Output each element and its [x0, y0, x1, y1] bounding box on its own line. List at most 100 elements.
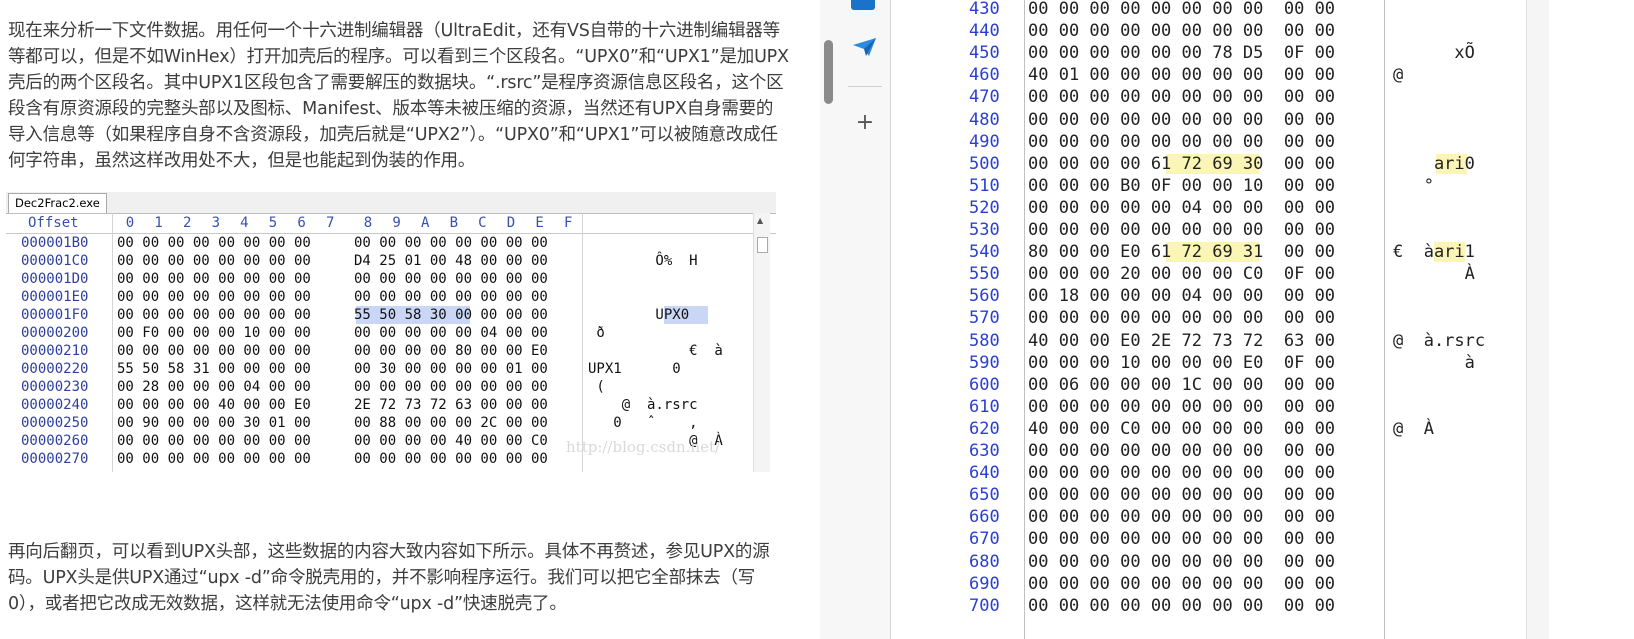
- row-offset: 00000220: [21, 361, 89, 377]
- hex-row: 550 00 00 00 20 00 00 00 C0 0F 00 À: [891, 263, 1531, 285]
- hex-bytes: 00 00 00 00 00 00 00 00 00 00: [1028, 463, 1336, 484]
- winhex-column-header: Offset 0 1 2 3 4 5 6 7 8 9 A B C D E F: [6, 213, 776, 234]
- row-offset: 670: [969, 529, 1000, 550]
- hex-bytes: 00 00 00 00 00 00 00 00: [117, 433, 311, 449]
- column-header: 0: [125, 215, 135, 231]
- ascii-text: à: [1393, 352, 1475, 373]
- row-offset: 00000260: [21, 433, 89, 449]
- hex-bytes: 00 00 00 00 40 00 00 E0: [117, 397, 311, 413]
- scroll-thumb[interactable]: [757, 237, 768, 253]
- article-paragraph-2: 再向后翻页，可以看到UPX头部，这些数据的内容大致内容如下所示。具体不再赘述，参…: [8, 539, 778, 617]
- send-icon[interactable]: [852, 36, 878, 58]
- text-line: 现在来分析一下文件数据。用任何一个十六进制编辑器（UltraEdit，还有VS自…: [8, 21, 780, 41]
- hex-bytes: 00 00 00 00 00 00 00 00 00 00: [1028, 396, 1336, 417]
- hex-scroll-gutter[interactable]: [1526, 0, 1549, 639]
- row-offset: 580: [969, 330, 1000, 351]
- row-offset: 640: [969, 463, 1000, 484]
- column-header: D: [506, 215, 516, 231]
- add-icon[interactable]: +: [854, 112, 876, 134]
- hex-bytes: 00 00 00 10 00 00 00 E0 0F 00: [1028, 352, 1336, 373]
- hex-row: 510 00 00 00 B0 0F 00 00 10 00 00 °: [891, 175, 1531, 197]
- hex-bytes: 40 00 00 E0 2E 72 73 72 63 00: [1028, 330, 1336, 351]
- winhex-file-tab[interactable]: Dec2Frac2.exe: [8, 193, 107, 213]
- column-header: 9: [392, 215, 401, 231]
- row-offset: 570: [969, 308, 1000, 329]
- hex-bytes: 00 00 00 B0 0F 00 00 10 00 00: [1028, 175, 1336, 196]
- row-offset: 460: [969, 65, 1000, 86]
- row-offset: 490: [969, 131, 1000, 152]
- row-offset: 00000200: [21, 325, 89, 341]
- winhex-screenshot: Dec2Frac2.exe Offset 0 1 2 3 4 5 6 7 8 9 A B C D E F 00…: [6, 192, 776, 472]
- hex-row: 650 00 00 00 00 00 00 00 00 00 00: [891, 484, 1531, 506]
- hex-bytes: 00 00 00 00 00 00 00 00: [117, 253, 311, 269]
- hex-row: 460 40 01 00 00 00 00 00 00 00 00 @: [891, 64, 1531, 86]
- column-header: 4: [240, 215, 249, 231]
- offset-header: Offset: [28, 215, 79, 231]
- column-header: B: [449, 215, 459, 231]
- article-paragraph-1: 现在来分析一下文件数据。用任何一个十六进制编辑器（UltraEdit，还有VS自…: [8, 18, 789, 174]
- hex-bytes: 00 00 00 00 00 00 00 00: [354, 271, 548, 287]
- text-line: 壳后的两个区段名。其中UPX1区段包含了需要解压的数据块。“.rsrc”是程序资…: [8, 73, 784, 93]
- row-offset: 700: [969, 595, 1000, 616]
- column-header: 8: [363, 215, 373, 231]
- hex-bytes: 00 00 00 00 00 00 00 00 00 00: [1028, 529, 1336, 550]
- app-icon[interactable]: [851, 0, 875, 10]
- hex-bytes: 40 01 00 00 00 00 00 00 00 00: [1028, 65, 1336, 86]
- hex-bytes: 00 00 00 00 00 00 00 00 00 00: [1028, 507, 1336, 528]
- winhex-scrollbar[interactable]: ▲: [753, 213, 770, 472]
- column-header: C: [478, 215, 487, 231]
- row-offset: 550: [969, 264, 1000, 285]
- row-offset: 500: [969, 153, 1000, 174]
- hex-bytes: 00 00 00 00 40 00 00 C0: [354, 433, 548, 449]
- column-header: 7: [325, 215, 335, 231]
- winhex-row: 00000210 00 00 00 00 00 00 00 00 00 00 00 …: [6, 342, 766, 360]
- hex-bytes: 00 00 00 00 00 00 00 00: [354, 379, 548, 395]
- hex-bytes: 00 28 00 00 00 04 00 00: [117, 379, 311, 395]
- hex-row: 600 00 06 00 00 00 1C 00 00 00 00: [891, 374, 1531, 396]
- hex-row: 620 40 00 00 C0 00 00 00 00 00 00 @ À: [891, 418, 1531, 440]
- hex-bytes: 00 00 00 00 00 00 78 D5 0F 00: [1028, 43, 1336, 64]
- hex-bytes: 00 00 00 00 00 00 00 00: [117, 307, 311, 323]
- text-line: 何字符串，虽然这样改用处不大，但是也能起到伪装的作用。: [8, 151, 476, 171]
- ascii-text: UPX0: [588, 307, 690, 323]
- hex-bytes: 00 90 00 00 00 30 01 00: [117, 415, 311, 431]
- hex-bytes: 00 00 00 00 00 00 00 00: [354, 235, 548, 251]
- winhex-row: 00000240 00 00 00 00 40 00 00 E0 2E 72 73 …: [6, 396, 766, 414]
- hex-bytes: 00 00 00 00 00 00 00 00 00 00: [1028, 573, 1336, 594]
- column-header: 6: [297, 215, 306, 231]
- text-line: 再向后翻页，可以看到UPX头部，这些数据的内容大致内容如下所示。具体不再赘述，参…: [8, 542, 770, 562]
- scroll-up-icon[interactable]: ▲: [757, 216, 763, 225]
- row-offset: 610: [969, 396, 1000, 417]
- hex-bytes: 00 18 00 00 00 04 00 00 00 00: [1028, 286, 1336, 307]
- hex-row: 500 00 00 00 00 61 72 69 30 00 00 ari0: [891, 153, 1531, 175]
- ascii-text: ari0: [1393, 153, 1475, 174]
- column-header: 5: [268, 215, 278, 231]
- hex-bytes: 00 00 00 00 00 00 00 00: [117, 271, 311, 287]
- ascii-text: UPX1 0: [588, 361, 681, 377]
- hex-bytes: 00 00 00 00 00 00 00 00 00 00: [1028, 551, 1336, 572]
- ascii-text: @ à.rsrc: [1393, 330, 1486, 351]
- row-offset: 000001B0: [21, 235, 89, 251]
- row-offset: 000001F0: [21, 307, 89, 323]
- hex-bytes: 00 00 00 00 00 00 00 00 00 00: [1028, 220, 1336, 240]
- row-offset: 620: [969, 418, 1000, 439]
- text-line: 导入信息等（如果程序自身不含资源段，加壳后就是“UPX2”）。“UPX0”和“U…: [8, 125, 778, 145]
- ascii-text: Ô% H: [588, 253, 698, 269]
- hex-row: 640 00 00 00 00 00 00 00 00 00 00: [891, 462, 1531, 484]
- hex-row: 560 00 18 00 00 00 04 00 00 00 00: [891, 285, 1531, 307]
- hex-bytes: 00 88 00 00 00 2C 00 00: [354, 415, 548, 431]
- row-offset: 650: [969, 485, 1000, 506]
- hex-bytes: 40 00 00 C0 00 00 00 00 00 00: [1028, 418, 1336, 439]
- sidebar-scrollbar[interactable]: [824, 40, 833, 104]
- hex-row: 580 40 00 00 E0 2E 72 73 72 63 00 @ à.rsrc: [891, 330, 1531, 352]
- text-line: 码。UPX头是供UPX通过“upx -d”命令脱壳用的，并不影响程序运行。我们可…: [8, 568, 756, 588]
- row-offset: 440: [969, 21, 1000, 42]
- hex-bytes: 00 00 00 00 00 00 00 00 00 00: [1028, 0, 1336, 19]
- column-header: 3: [211, 215, 221, 231]
- pane-gap: [800, 0, 820, 639]
- hex-bytes: 00 30 00 00 00 00 01 00: [354, 361, 548, 377]
- ascii-text: @ À: [1393, 418, 1434, 439]
- winhex-row: 00000200 00 F0 00 00 00 10 00 00 00 00 00 …: [6, 324, 766, 342]
- hex-bytes: 00 F0 00 00 00 10 00 00: [117, 325, 311, 341]
- sidebar-separator: [848, 86, 882, 87]
